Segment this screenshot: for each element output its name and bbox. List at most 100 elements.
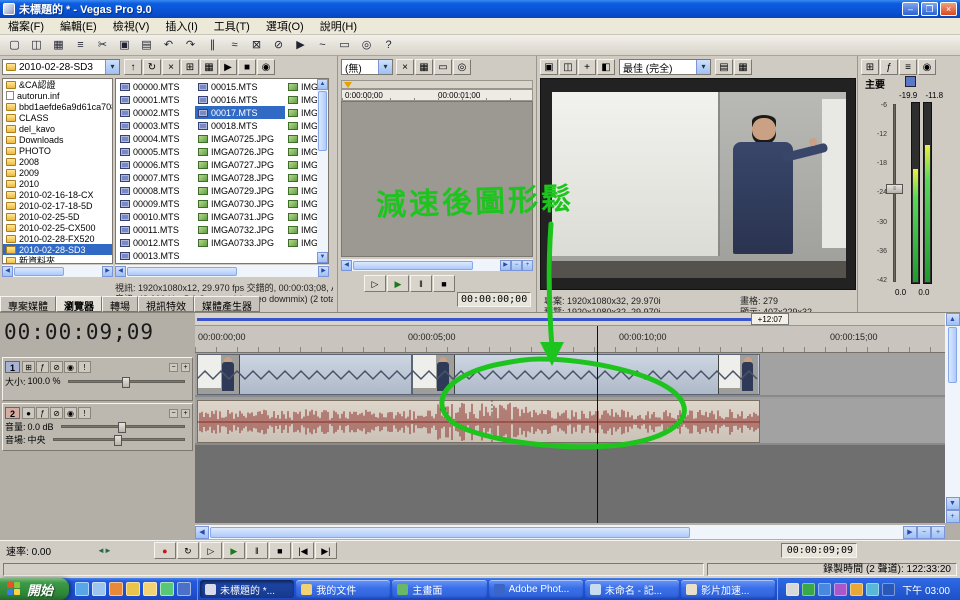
volume-slider[interactable] xyxy=(61,425,185,428)
copy-icon[interactable]: ▣ xyxy=(114,36,135,54)
file-item[interactable]: 00015.MTS xyxy=(195,80,285,93)
dropdown-arrow-icon[interactable]: ▾ xyxy=(696,60,710,74)
file-item[interactable]: 00012.MTS xyxy=(117,236,195,249)
track-number[interactable]: 2 xyxy=(5,407,20,419)
close-button[interactable]: × xyxy=(940,2,957,16)
track-number[interactable]: 1 xyxy=(5,361,20,373)
file-item[interactable]: IMGA0 xyxy=(285,106,319,119)
dropdown-arrow-icon[interactable]: ▾ xyxy=(378,60,392,74)
file-item[interactable]: IMGA0 xyxy=(285,93,319,106)
video-fx-icon[interactable]: + xyxy=(578,59,596,75)
time-ruler[interactable]: 00:00:00;00 00:00:05;00 00:00:10;00 00:0… xyxy=(195,326,945,353)
help-icon[interactable]: ? xyxy=(378,36,399,54)
level-slider[interactable] xyxy=(68,380,185,383)
new-folder-icon[interactable]: ⊞ xyxy=(181,59,199,75)
minimize-button[interactable]: – xyxy=(902,2,919,16)
scroll-right-icon[interactable]: ▶ xyxy=(102,266,113,277)
cursor-time-display[interactable]: 00:00:09;09 xyxy=(4,320,188,344)
tree-item[interactable]: &CA認證 xyxy=(3,79,112,90)
project-properties-icon[interactable]: ▣ xyxy=(540,59,558,75)
file-item[interactable]: 00010.MTS xyxy=(117,210,195,223)
rate-value[interactable]: 0.00 xyxy=(32,547,51,558)
zoom-out-icon[interactable]: − xyxy=(511,260,522,271)
slider-handle[interactable] xyxy=(114,435,122,446)
pause-button[interactable]: ‖ xyxy=(410,275,432,292)
trimmer-hscrollbar[interactable]: ◀ ▶ − + xyxy=(341,259,533,271)
normal-edit-tool-icon[interactable]: ▶ xyxy=(290,36,311,54)
file-item[interactable]: 00018.MTS xyxy=(195,119,285,132)
timeline-vscrollbar[interactable]: ▲ ▼ + xyxy=(945,313,960,523)
pan-value[interactable]: 中央 xyxy=(28,433,46,446)
maximize-track-icon[interactable]: + xyxy=(181,363,190,372)
refresh-icon[interactable]: ↻ xyxy=(143,59,161,75)
save-icon[interactable]: ▦ xyxy=(48,36,69,54)
outlook-icon[interactable] xyxy=(126,582,140,596)
mute-icon[interactable]: ⊘ xyxy=(50,407,63,419)
file-item[interactable]: IMGA0 xyxy=(285,80,319,93)
menu-item[interactable]: 選項(O) xyxy=(258,17,312,35)
ime-icon[interactable] xyxy=(882,583,895,596)
external-monitor-icon[interactable]: ◫ xyxy=(559,59,577,75)
fader-handle-icon[interactable]: ≡ xyxy=(886,184,903,194)
file-list-vscrollbar[interactable]: ▲ ▼ xyxy=(317,79,328,263)
properties-icon[interactable]: ≡ xyxy=(70,36,91,54)
envelope-edit-tool-icon[interactable]: ~ xyxy=(312,36,333,54)
file-item[interactable]: 00009.MTS xyxy=(117,197,195,210)
scroll-left-icon[interactable]: ◀ xyxy=(115,266,126,277)
automation-icon[interactable]: ! xyxy=(78,361,91,373)
slider-handle[interactable] xyxy=(118,422,126,433)
solo-icon[interactable]: ◉ xyxy=(64,407,77,419)
media-player-icon[interactable] xyxy=(109,582,123,596)
file-item[interactable]: IMGA0729.JPG xyxy=(195,184,285,197)
file-item[interactable]: IMGA0 xyxy=(285,119,319,132)
trimmer-history-dropdown[interactable]: (無) ▾ xyxy=(341,59,393,75)
timeline-canvas[interactable]: +12:07 00:00:00;00 00:00:05;00 00:00:10;… xyxy=(195,313,945,523)
start-button[interactable]: 開始 xyxy=(0,578,69,600)
file-item[interactable]: 00000.MTS xyxy=(117,80,195,93)
file-item[interactable]: IMGA0727.JPG xyxy=(195,158,285,171)
taskbar-task[interactable]: 主畫面 xyxy=(392,580,486,598)
insert-bus-icon[interactable]: ⊞ xyxy=(861,59,879,75)
file-item[interactable]: IMGA0 xyxy=(285,171,319,184)
photoshop-icon[interactable] xyxy=(177,582,191,596)
undo-icon[interactable]: ↶ xyxy=(158,36,179,54)
volume-icon[interactable] xyxy=(818,583,831,596)
tree-item[interactable]: 2010-02-16-18-CX xyxy=(3,189,112,200)
track-fx-icon[interactable]: ƒ xyxy=(36,407,49,419)
tree-item[interactable]: 2010-02-25-5D xyxy=(3,211,112,222)
loop-region-bar[interactable] xyxy=(197,318,757,321)
auto-ripple-icon[interactable]: ≈ xyxy=(224,36,245,54)
redo-icon[interactable]: ↷ xyxy=(180,36,201,54)
scroll-right-icon[interactable]: ▶ xyxy=(500,260,511,271)
file-item[interactable]: 00006.MTS xyxy=(117,158,195,171)
file-item[interactable]: IMGA0733.JPG xyxy=(195,236,285,249)
address-dropdown[interactable]: 2010-02-28-SD3 ▾ xyxy=(2,59,120,75)
menu-item[interactable]: 說明(H) xyxy=(312,17,365,35)
open-icon[interactable]: ◫ xyxy=(26,36,47,54)
file-item[interactable]: IMGA0 xyxy=(285,158,319,171)
tree-item[interactable]: 2010-02-28-FX520 xyxy=(3,233,112,244)
empty-track-area[interactable] xyxy=(195,445,945,523)
marker-bar[interactable]: +12:07 xyxy=(195,313,945,326)
scrollbar-thumb[interactable] xyxy=(210,527,690,538)
taskbar-task[interactable]: 未命名 - 記... xyxy=(585,580,679,598)
scrollbar-thumb[interactable] xyxy=(948,327,957,383)
paste-icon[interactable]: ▤ xyxy=(136,36,157,54)
track-fx-icon[interactable]: ƒ xyxy=(36,361,49,373)
file-item[interactable]: IMGA0 xyxy=(285,223,319,236)
minimize-track-icon[interactable]: − xyxy=(169,363,178,372)
file-item[interactable]: IMGA0 xyxy=(285,145,319,158)
file-item[interactable]: IMGA0731.JPG xyxy=(195,210,285,223)
automation-icon[interactable]: ! xyxy=(78,407,91,419)
scroll-down-icon[interactable]: ▼ xyxy=(946,497,960,510)
rate-slider-icon[interactable]: ◄► xyxy=(97,546,111,555)
selection-edit-tool-icon[interactable]: ▭ xyxy=(334,36,355,54)
internet-explorer-icon[interactable] xyxy=(75,582,89,596)
tree-item[interactable]: autorun.inf xyxy=(3,90,112,101)
cut-icon[interactable]: ✂ xyxy=(92,36,113,54)
scroll-left-icon[interactable]: ◀ xyxy=(195,526,209,539)
file-item[interactable]: IMGA0 xyxy=(285,184,319,197)
zoom-in-vertical-icon[interactable]: + xyxy=(946,510,960,523)
zoom-in-icon[interactable]: + xyxy=(931,526,945,539)
file-item[interactable]: IMGA0 xyxy=(285,132,319,145)
